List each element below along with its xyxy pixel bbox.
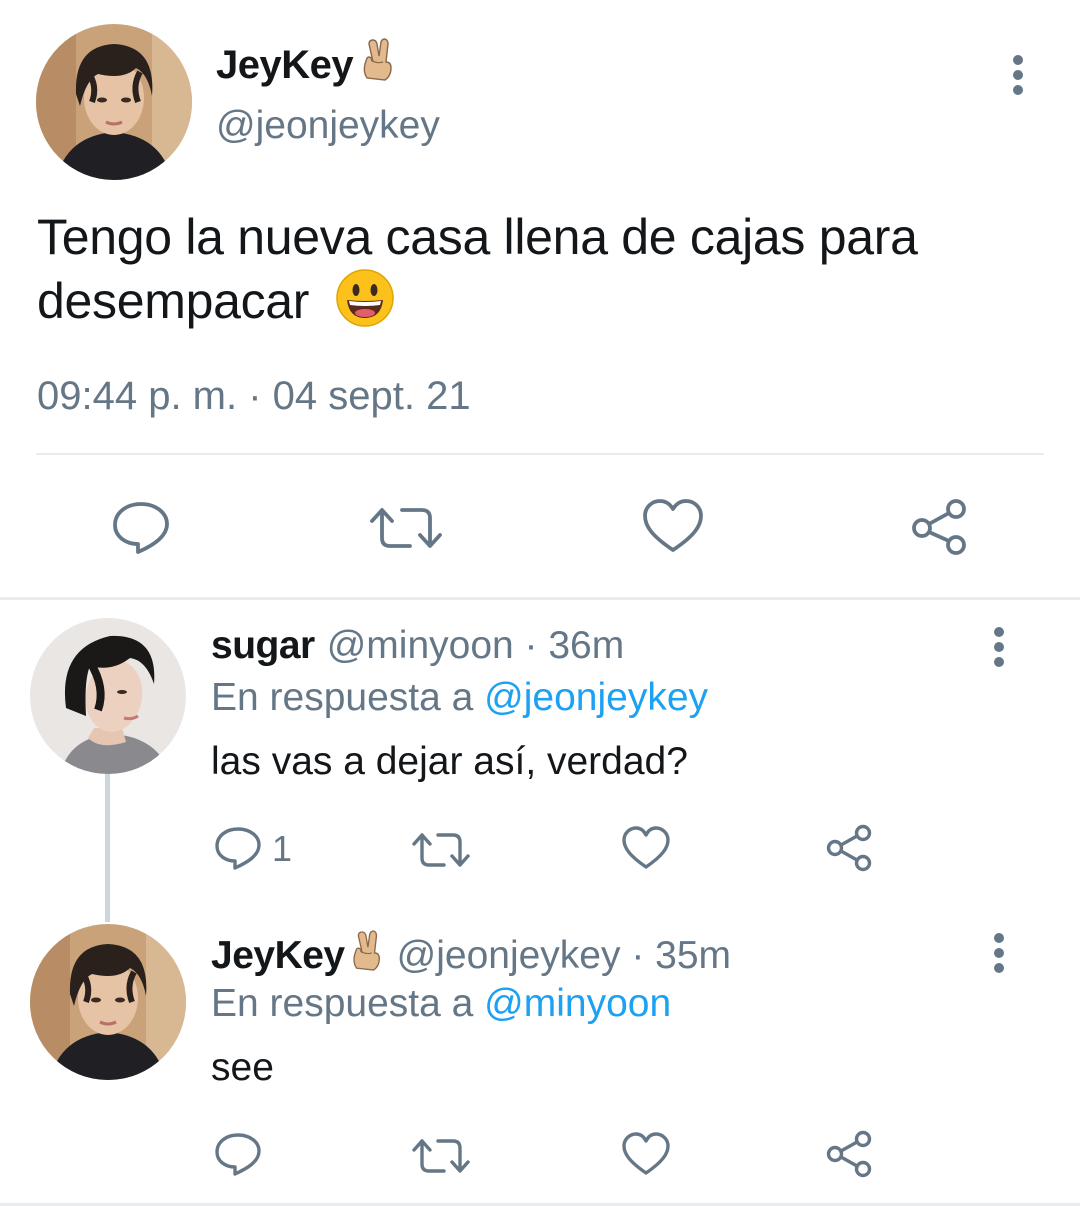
reply-text: see (211, 1046, 274, 1089)
share-icon[interactable] (908, 498, 970, 556)
more-options-icon[interactable] (985, 930, 1013, 978)
victory-hand-emoji (357, 38, 397, 92)
tweet-text-content: Tengo la nueva casa llena de cajas para … (37, 209, 918, 330)
share-icon[interactable] (824, 824, 874, 872)
author-name[interactable]: sugar (211, 624, 315, 668)
avatar[interactable] (30, 618, 186, 774)
replying-to-label: En respuesta a (211, 676, 485, 719)
like-icon[interactable] (622, 826, 670, 870)
replying-to: En respuesta a @jeonjeykey (211, 676, 708, 720)
tweet-text: Tengo la nueva casa llena de cajas para … (37, 206, 1047, 342)
replying-to: En respuesta a @minyoon (211, 982, 671, 1026)
main-tweet: JeyKey @jeonjeykey Tengo la nueva casa l… (0, 0, 1080, 598)
like-icon[interactable] (642, 498, 704, 554)
reply-icon[interactable] (110, 500, 172, 556)
share-icon[interactable] (824, 1130, 874, 1178)
avatar[interactable] (30, 924, 186, 1080)
like-icon[interactable] (622, 1132, 670, 1176)
retweet-icon[interactable] (412, 830, 470, 870)
tweet-actions (0, 490, 1080, 560)
retweet-icon[interactable] (370, 504, 442, 552)
mention-link[interactable]: @jeonjeykey (484, 676, 708, 719)
author-handle[interactable]: @jeonjeykey (216, 104, 440, 148)
tweet-timestamp[interactable]: 09:44 p. m. · 04 sept. 21 (37, 374, 471, 419)
avatar[interactable] (36, 24, 192, 180)
grinning-face-emoji (335, 268, 395, 342)
reply-header: JeyKey @jeonjeykey · 35m (211, 930, 731, 982)
victory-hand-emoji (347, 930, 385, 982)
more-options-icon[interactable] (1004, 52, 1032, 100)
retweet-icon[interactable] (412, 1136, 470, 1176)
reply-icon[interactable] (214, 1132, 262, 1178)
reply-tweet[interactable]: JeyKey @jeonjeykey · 35m En respuesta a … (0, 906, 1080, 1206)
replying-to-label: En respuesta a (211, 982, 485, 1025)
reply-tweet[interactable]: sugar @minyoon · 36m En respuesta a @jeo… (0, 600, 1080, 906)
author-name[interactable]: JeyKey (211, 934, 345, 978)
divider (36, 453, 1044, 455)
author-name-text: JeyKey (216, 42, 354, 87)
author-name[interactable]: JeyKey (216, 38, 397, 92)
reply-icon[interactable] (214, 826, 262, 872)
reply-header: sugar @minyoon · 36m (211, 624, 624, 668)
reply-text: las vas a dejar así, verdad? (211, 740, 688, 783)
reply-actions (0, 1126, 1080, 1186)
reply-actions: 1 (0, 820, 1080, 880)
author-handle-time[interactable]: @jeonjeykey · 35m (397, 934, 731, 978)
more-options-icon[interactable] (985, 624, 1013, 672)
mention-link[interactable]: @minyoon (484, 982, 671, 1025)
reply-count: 1 (272, 828, 293, 869)
author-handle-time[interactable]: @minyoon · 36m (327, 624, 625, 668)
